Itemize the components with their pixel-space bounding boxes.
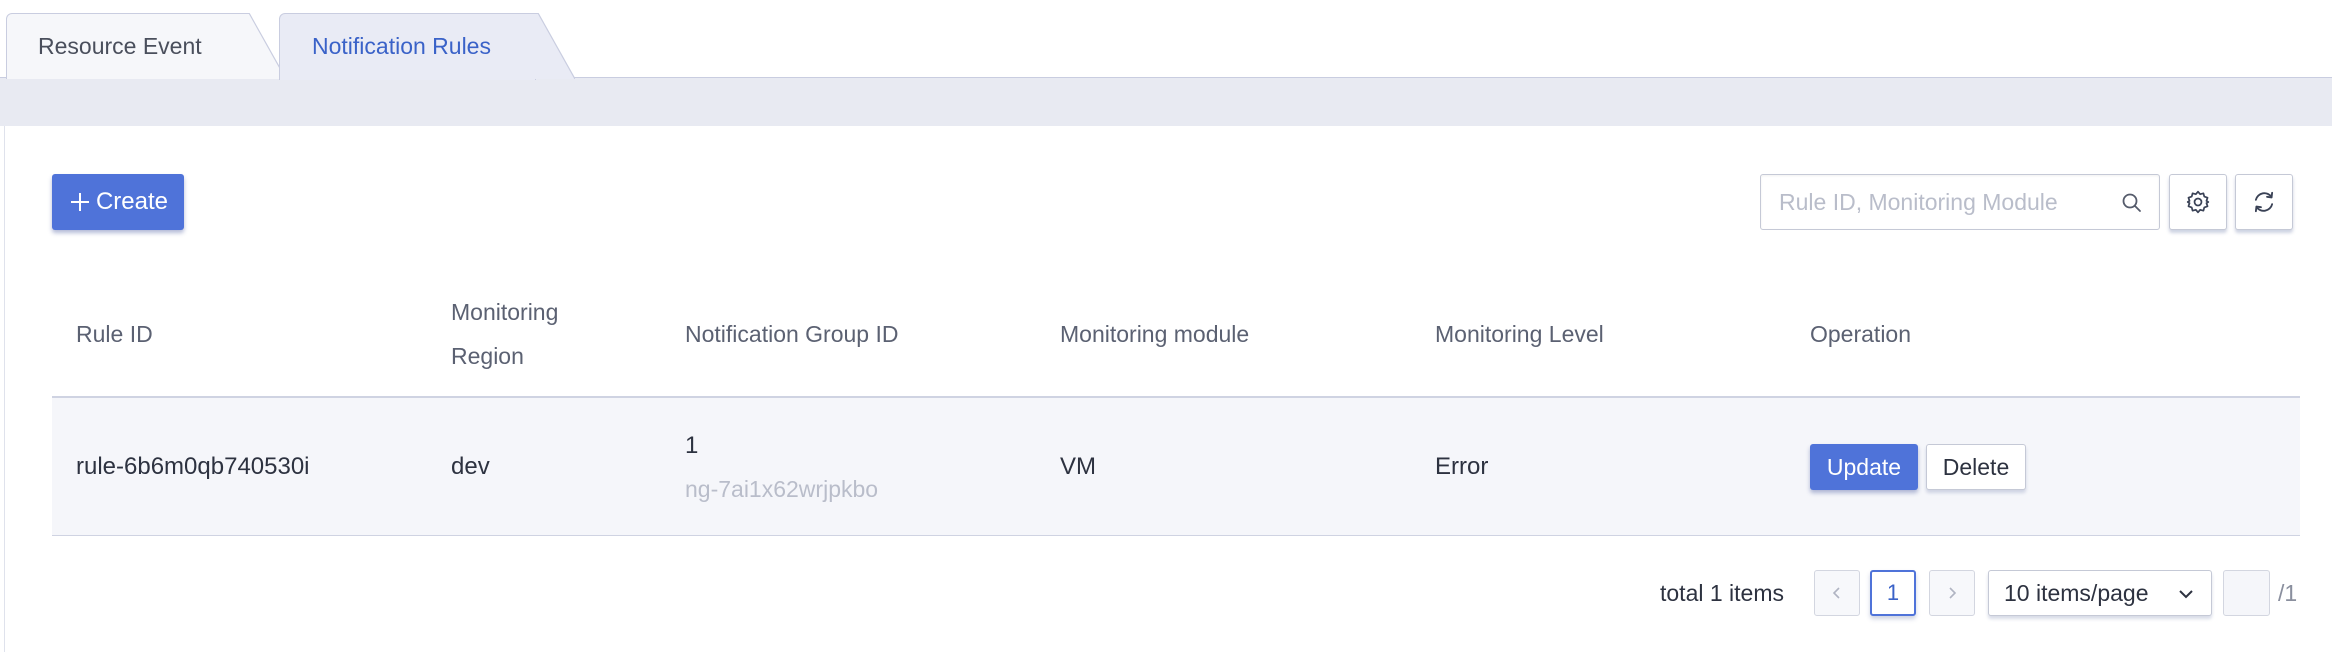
page-number-button[interactable]: 1	[1870, 570, 1916, 616]
table-row: rule-6b6m0qb740530i dev 1 ng-7ai1x62wrjp…	[52, 398, 2300, 536]
delete-button[interactable]: Delete	[1926, 444, 2026, 490]
tab-bar: Resource Event Notification Rules	[0, 0, 2332, 80]
update-button[interactable]: Update	[1810, 444, 1918, 490]
plus-icon	[70, 193, 89, 211]
column-header-monitoring-module: Monitoring module	[1060, 321, 1250, 347]
page-jump-input[interactable]	[2223, 570, 2270, 616]
cell-operation: Update Delete	[1810, 398, 2026, 536]
cell-group-id: 1 ng-7ai1x62wrjpkbo	[685, 398, 878, 536]
chevron-right-icon	[1949, 587, 1957, 599]
tab-resource-event[interactable]: Resource Event	[6, 13, 286, 79]
cell-rule-id: rule-6b6m0qb740530i	[76, 453, 310, 480]
column-header-rule-id: Rule ID	[76, 321, 153, 347]
total-pages-label: /1	[2278, 580, 2298, 606]
prev-page-button[interactable]	[1814, 570, 1860, 616]
cell-region: dev	[451, 453, 490, 480]
next-page-button[interactable]	[1929, 570, 1975, 616]
column-header-monitoring-level: Monitoring Level	[1435, 321, 1604, 347]
tab-notification-rules[interactable]: Notification Rules	[279, 13, 575, 80]
column-header-notification-group-id: Notification Group ID	[685, 321, 899, 347]
chevron-left-icon	[1832, 587, 1840, 599]
column-header-monitoring-region: Monitoring Region	[451, 299, 559, 369]
search-box	[1760, 174, 2160, 230]
tab-corner	[535, 13, 575, 79]
content-header-band	[0, 78, 2332, 126]
page-size-select[interactable]: 10 items/page	[1988, 570, 2212, 616]
cell-module: VM	[1060, 453, 1096, 480]
tab-label: Notification Rules	[312, 33, 491, 59]
settings-button[interactable]	[2169, 174, 2227, 230]
group-id: 1	[685, 431, 699, 459]
create-button[interactable]: Create	[52, 174, 184, 230]
page-size-value: 10 items/page	[2004, 580, 2149, 606]
create-button-label: Create	[95, 188, 169, 215]
group-sub-id: ng-7ai1x62wrjpkbo	[685, 475, 879, 502]
table-header: Rule ID Monitoring Region Notification G…	[52, 270, 2300, 398]
refresh-icon	[2254, 191, 2274, 213]
refresh-button[interactable]	[2235, 174, 2293, 230]
gear-icon	[2186, 190, 2210, 214]
pagination-total: total 1 items	[1660, 580, 1784, 606]
tab-label: Resource Event	[38, 33, 202, 59]
chevron-down-icon	[2179, 590, 2193, 599]
search-input[interactable]	[1761, 175, 2111, 229]
cell-level: Error	[1435, 453, 1489, 480]
search-icon[interactable]	[2121, 192, 2143, 214]
column-header-operation: Operation	[1810, 321, 1912, 347]
